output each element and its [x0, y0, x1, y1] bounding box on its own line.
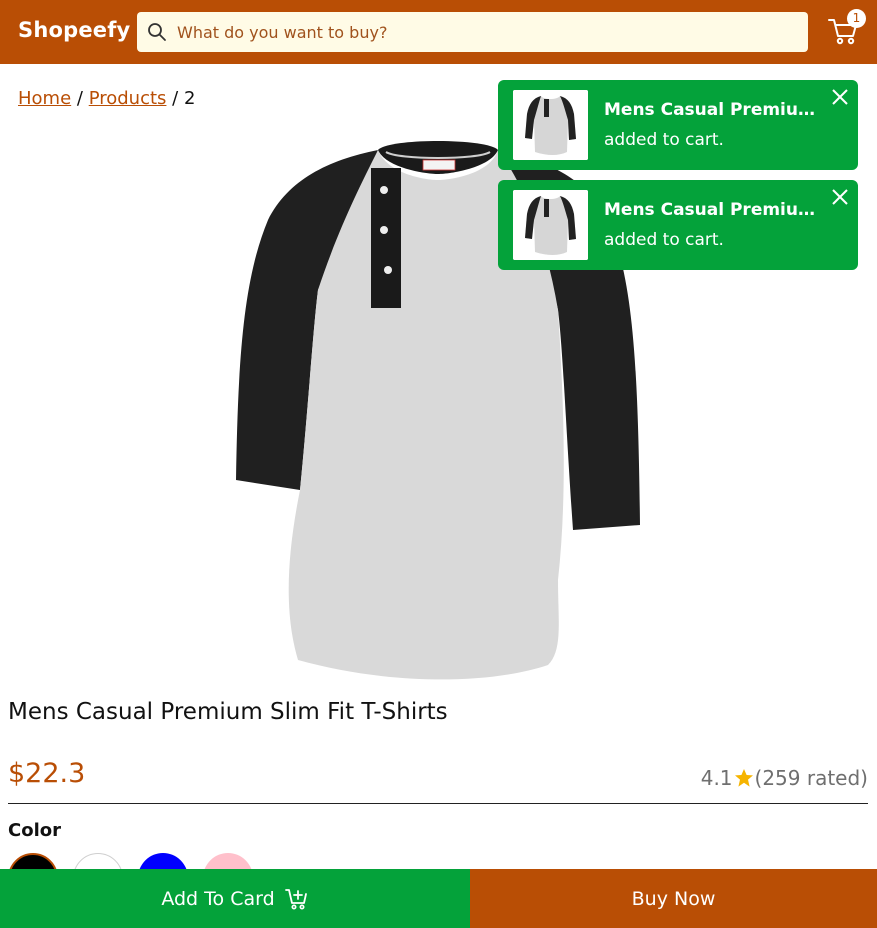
product-title: Mens Casual Premium Slim Fit T-Shirts	[8, 699, 448, 725]
toast-message: added to cart.	[604, 230, 724, 250]
toast-product-thumbnail	[513, 190, 588, 260]
buy-now-label: Buy Now	[631, 887, 716, 910]
add-to-cart-label: Add To Card	[161, 887, 275, 910]
buy-now-button[interactable]: Buy Now	[470, 869, 877, 928]
toast-notification: Mens Casual Premium Slim Fit T-Shirts ad…	[498, 180, 858, 270]
breadcrumb-home-link[interactable]: Home	[18, 88, 71, 109]
product-rating: 4.1 (259 rated)	[701, 766, 868, 790]
toast-notification: Mens Casual Premium Slim Fit T-Shirts ad…	[498, 80, 858, 170]
toast-product-thumbnail	[513, 90, 588, 160]
top-navbar: Shopeefy 1	[0, 0, 877, 64]
breadcrumb-separator: /	[76, 88, 83, 109]
toast-title: Mens Casual Premium Slim Fit T-Shirts	[604, 100, 824, 120]
search-input[interactable]	[177, 12, 797, 52]
logo[interactable]: Shopeefy	[18, 18, 130, 42]
breadcrumb-current: 2	[183, 88, 196, 109]
breadcrumb-products-link[interactable]: Products	[89, 88, 167, 109]
breadcrumb-separator: /	[172, 88, 179, 109]
product-price: $22.3	[8, 758, 86, 789]
rating-count: (259 rated)	[754, 766, 868, 790]
toast-message: added to cart.	[604, 130, 724, 150]
cart-plus-icon	[284, 888, 307, 909]
search-box	[137, 12, 808, 52]
toast-title: Mens Casual Premium Slim Fit T-Shirts	[604, 200, 824, 220]
close-icon[interactable]	[831, 88, 849, 106]
star-icon	[734, 769, 753, 787]
color-label: Color	[8, 820, 61, 841]
search-icon	[148, 23, 166, 41]
close-icon[interactable]	[831, 188, 849, 206]
rating-value: 4.1	[700, 766, 733, 790]
divider	[8, 803, 868, 804]
cart-count-badge: 1	[847, 9, 866, 28]
breadcrumb: Home / Products / 2	[18, 88, 195, 109]
add-to-cart-button[interactable]: Add To Card	[0, 869, 470, 928]
